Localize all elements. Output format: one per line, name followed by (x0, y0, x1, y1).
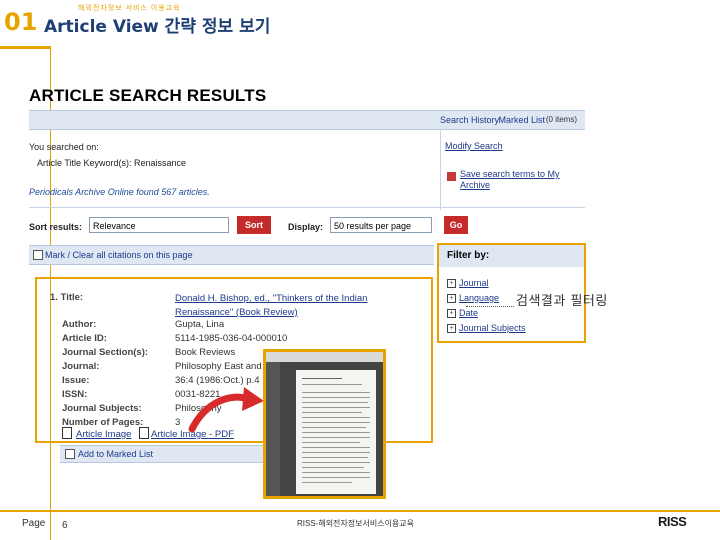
searched-on-label: You searched on: (29, 142, 99, 152)
pdf-text-line (302, 477, 370, 478)
riss-logo-text: RISS (658, 514, 687, 529)
pdf-text-line (302, 432, 370, 433)
pdf-sidebar (266, 362, 280, 496)
pdf-text-line (302, 457, 368, 458)
section-label: Journal Section(s): (62, 347, 149, 358)
article-id-label: Article ID: (62, 333, 107, 344)
subjects-label: Journal Subjects: (62, 403, 142, 414)
sort-select[interactable]: Relevance (89, 217, 229, 233)
divider (29, 207, 585, 208)
pdf-text-line (302, 452, 370, 453)
pdf-text-line (302, 417, 370, 418)
mark-all-checkbox[interactable] (33, 250, 43, 260)
record-index-number: 1. (50, 292, 58, 303)
pdf-text-line (302, 442, 360, 443)
display-label: Display: (288, 222, 324, 232)
page-number: 6 (62, 520, 68, 531)
go-button[interactable]: Go (444, 216, 468, 234)
journal-label: Journal: (62, 361, 100, 372)
pages-label: Number of Pages: (62, 417, 144, 428)
sort-label: Sort results: (29, 222, 83, 232)
slide-title: Article View 간략 정보 보기 (44, 17, 271, 37)
filter-journal-subjects[interactable]: + Journal Subjects (447, 323, 526, 334)
title-label: Title: (60, 292, 84, 303)
pdf-text-line (302, 482, 352, 483)
filter-date-label: Date (459, 308, 479, 318)
pdf-text-line (302, 467, 364, 468)
header-accent (0, 46, 50, 49)
expand-icon: + (447, 324, 456, 334)
article-image-link[interactable]: Article Image (76, 429, 131, 440)
record-index: 1. Title: (50, 292, 83, 303)
pdf-text-line (302, 437, 370, 438)
document-icon (62, 427, 72, 439)
footer-text: RISS-해외전자정보서비스이용교육 (297, 519, 415, 528)
mark-all-label[interactable]: Mark / Clear all citations on this page (45, 250, 193, 260)
pdf-text-line (302, 412, 362, 413)
filter-callout: 검색결과 필터링 (516, 294, 608, 309)
filter-date[interactable]: + Date (447, 308, 479, 319)
record-checkbox[interactable] (65, 449, 75, 459)
expand-icon: + (447, 309, 456, 319)
pdf-text-line (302, 397, 370, 398)
issue-label: Issue: (62, 375, 90, 386)
pages-value: 3 (175, 417, 181, 428)
results-toolbar: Search History Marked List (0 items) (29, 110, 585, 130)
search-history-link[interactable]: Search History (440, 115, 499, 125)
modify-search-link[interactable]: Modify Search (445, 141, 503, 151)
section-value: Book Reviews (175, 347, 236, 358)
pdf-text-line (302, 472, 370, 473)
expand-icon: + (447, 294, 456, 304)
journal-value: Philosophy East and (175, 361, 262, 372)
pdf-text-line (302, 462, 370, 463)
record-title-link[interactable]: Donald H. Bishop, ed., "Thinkers of the … (175, 292, 405, 320)
author-value: Gupta, Lina (175, 319, 225, 330)
pdf-icon (139, 427, 149, 439)
marked-count: (0 items) (545, 115, 577, 124)
footer-rule (0, 510, 720, 512)
issn-label: ISSN: (62, 389, 88, 400)
pdf-text-line (302, 447, 370, 448)
panel-divider (440, 130, 441, 210)
article-id-value: 5114-1985-036-04-000010 (175, 333, 288, 344)
save-search-link[interactable]: Save search terms to My Archive (460, 169, 580, 191)
mark-all-bar: Mark / Clear all citations on this page (29, 245, 434, 265)
filter-language-label: Language (459, 293, 500, 303)
display-select[interactable]: 50 results per page (330, 217, 432, 233)
pdf-text-line (302, 422, 370, 423)
pdf-text-line (302, 402, 368, 403)
callout-leader (466, 306, 514, 308)
slide-number: 01 (4, 8, 38, 36)
results-count: Periodicals Archive Online found 567 art… (29, 187, 210, 197)
save-icon (447, 172, 456, 181)
pdf-text-line (302, 427, 366, 428)
add-marked-bar: Add to Marked List (60, 445, 265, 463)
sort-button[interactable]: Sort (237, 216, 271, 234)
pdf-preview-screenshot (263, 349, 386, 499)
add-marked-label[interactable]: Add to Marked List (78, 449, 153, 459)
filter-journal[interactable]: + Journal (447, 278, 489, 289)
pdf-toolbar (266, 352, 383, 362)
marked-list-link[interactable]: Marked List (498, 115, 545, 125)
author-label: Author: (62, 319, 97, 330)
search-keyword: Article Title Keyword(s): Renaissance (37, 158, 187, 168)
pdf-text-line (302, 407, 370, 408)
arrow-icon (188, 387, 264, 433)
filter-heading: Filter by: (439, 245, 584, 267)
pdf-text-line (302, 384, 362, 385)
expand-icon: + (447, 279, 456, 289)
riss-logo: RISS (658, 513, 710, 533)
pdf-page (296, 370, 376, 494)
pdf-text-line (302, 378, 342, 379)
pdf-text-line (302, 392, 370, 393)
filter-subjects-label: Journal Subjects (459, 323, 526, 333)
filter-journal-label: Journal (459, 278, 489, 288)
page-title: ARTICLE SEARCH RESULTS (29, 86, 267, 105)
filter-language[interactable]: + Language (447, 293, 500, 304)
page-label: Page (22, 518, 46, 529)
